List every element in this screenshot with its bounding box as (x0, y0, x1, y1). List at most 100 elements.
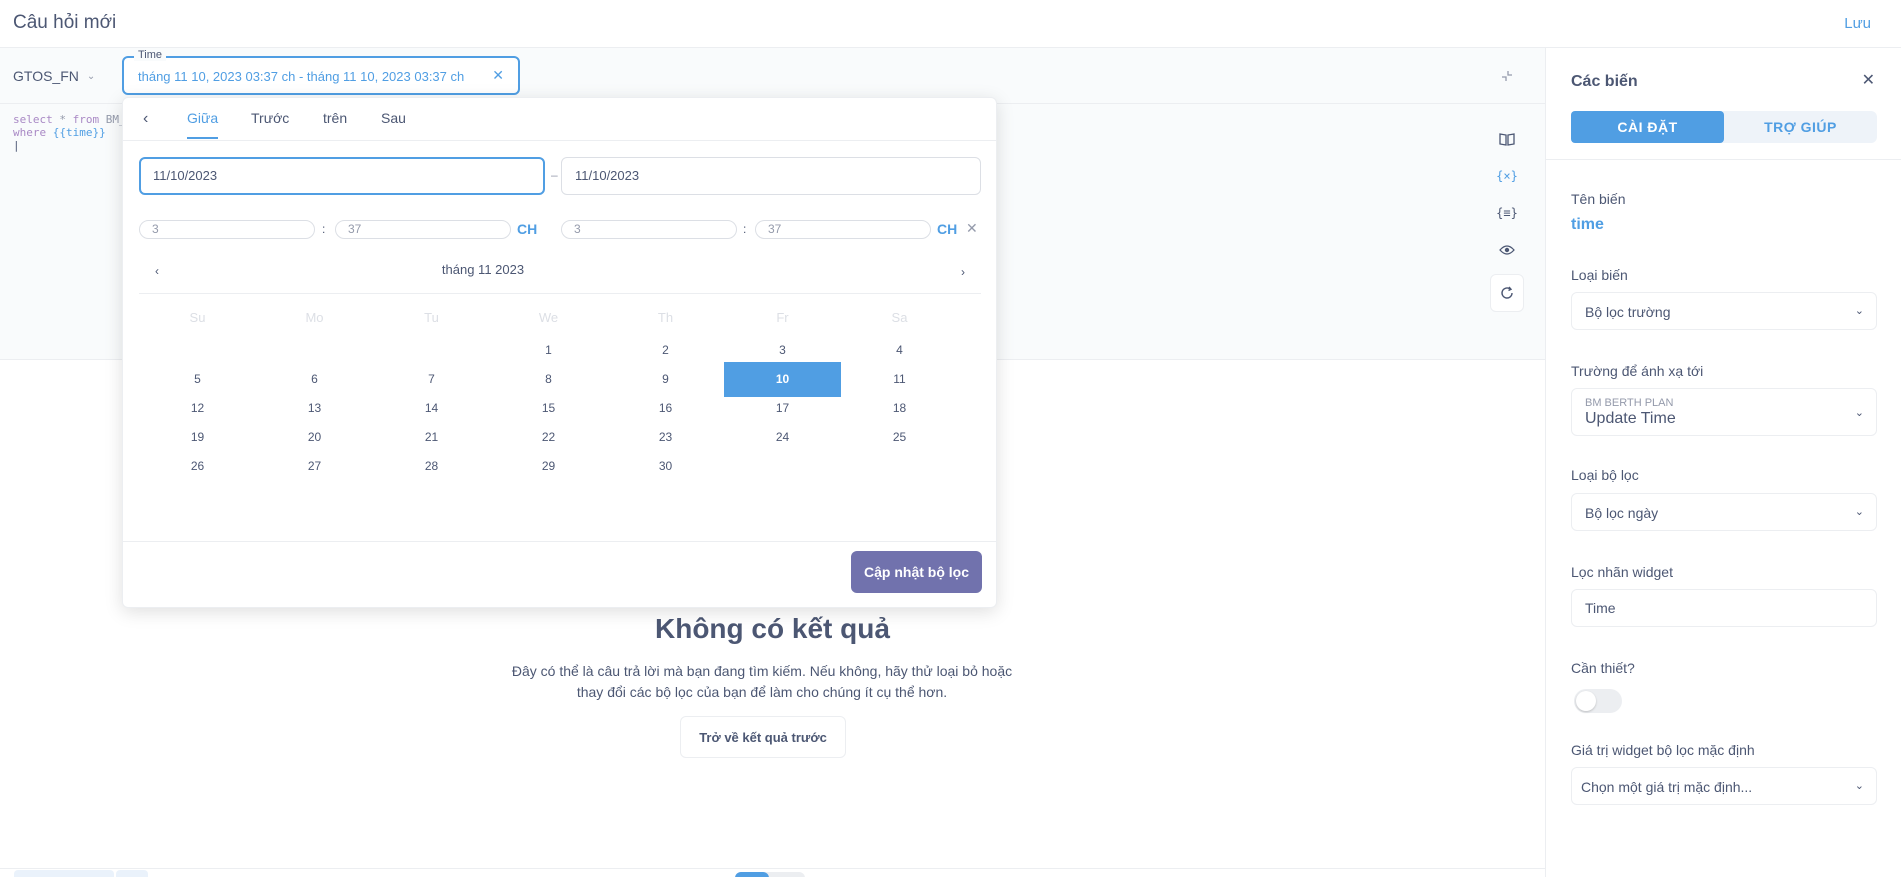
weekday-sa: Sa (891, 310, 908, 325)
weekday-we: We (538, 310, 559, 325)
start-minute-input[interactable]: 37 (335, 220, 511, 239)
empty-state-message: Đây có thể là câu trả lời mà bạn đang tì… (507, 661, 1017, 703)
variable-name: time (1571, 216, 1604, 233)
calendar-day[interactable]: 29 (490, 449, 607, 484)
sql-variable: {{time}} (52, 126, 106, 139)
default-value-placeholder: Chọn một giá trị mặc định... (1581, 779, 1753, 795)
mapped-field-name: Update Time (1585, 410, 1676, 427)
variable-type-label: Loại biến (1571, 267, 1628, 283)
save-button[interactable]: Lưu (1844, 15, 1871, 32)
chevron-down-icon: ⌄ (1854, 506, 1864, 518)
end-minute-input[interactable]: 37 (755, 220, 931, 239)
sql-editor[interactable]: select * from BM_ where {{time}} | (13, 113, 126, 152)
sql-keyword: from (72, 113, 100, 126)
tab-help[interactable]: TRỢ GIÚP (1724, 111, 1877, 143)
visualization-button[interactable] (14, 870, 114, 877)
variable-icon[interactable]: {×} (1490, 159, 1524, 193)
database-picker[interactable]: GTOS_FN ⌄ (13, 68, 95, 84)
sql-text: * (52, 113, 73, 126)
chevron-down-icon: ⌄ (1854, 305, 1864, 317)
calendar-day[interactable]: 30 (607, 449, 724, 484)
previous-month-icon[interactable]: ‹ (155, 264, 159, 278)
chevron-down-icon: ⌄ (1854, 780, 1864, 792)
time-separator: : (322, 222, 326, 236)
weekday-tu: Tu (424, 310, 439, 325)
filter-widget-label: Time (134, 49, 167, 61)
default-value-select[interactable]: Chọn một giá trị mặc định... ⌄ (1571, 767, 1877, 805)
variable-name-label: Tên biến (1571, 191, 1626, 207)
date-range-separator: – (551, 168, 558, 182)
mapped-field-table: BM BERTH PLAN (1585, 397, 1674, 409)
default-value-label: Giá trị widget bộ lọc mặc định (1571, 742, 1755, 758)
back-arrow-icon[interactable]: ‹ (143, 110, 148, 128)
tab-after[interactable]: Sau (381, 110, 406, 137)
clear-filter-icon[interactable]: ✕ (492, 67, 504, 84)
calendar-divider (139, 293, 981, 294)
weekday-mo: Mo (305, 310, 324, 325)
database-name: GTOS_FN (13, 68, 79, 84)
tab-on[interactable]: trên (323, 110, 347, 137)
empty-state-line: Đây có thể là câu trả lời mà bạn đang tì… (511, 663, 1013, 679)
required-label: Cần thiết? (1571, 660, 1635, 676)
calendar-day[interactable]: 27 (256, 449, 373, 484)
date-operator-tabs: ‹ Giữa Trước trên Sau (123, 98, 996, 141)
filter-widget-value: tháng 11 10, 2023 03:37 ch - tháng 11 10… (138, 69, 465, 84)
filter-type-label: Loại bộ lọc (1571, 467, 1639, 483)
settings-button[interactable] (116, 870, 148, 877)
mapped-field-select[interactable]: BM BERTH PLAN Update Time ⌄ (1571, 388, 1877, 436)
sql-keyword: where (13, 126, 47, 139)
end-ampm-toggle[interactable]: CH (937, 221, 957, 237)
book-icon[interactable] (1490, 122, 1524, 156)
back-to-previous-results-button[interactable]: Trở về kết quả trước (680, 716, 846, 758)
time-filter-widget[interactable]: Time tháng 11 10, 2023 03:37 ch - tháng … (122, 49, 520, 95)
variables-sidebar: Các biến ✕ CÀI ĐẶT TRỢ GIÚP Tên biến tim… (1545, 48, 1901, 877)
tab-between[interactable]: Giữa (187, 110, 219, 139)
calendar-day[interactable]: 24 (724, 420, 841, 455)
remove-time-icon[interactable]: ✕ (966, 220, 978, 237)
bottom-bar (0, 868, 1545, 877)
empty-state-title: Không có kết quả (655, 613, 890, 644)
variable-type-select[interactable]: Bộ lọc trường ⌄ (1571, 292, 1877, 330)
snippet-icon[interactable]: {≡} (1490, 196, 1524, 230)
close-icon[interactable]: ✕ (1862, 70, 1875, 90)
view-toggle[interactable] (735, 872, 805, 877)
required-toggle[interactable] (1574, 689, 1622, 713)
tab-settings[interactable]: CÀI ĐẶT (1571, 111, 1724, 143)
sidebar-tabs: CÀI ĐẶT TRỢ GIÚP (1571, 111, 1877, 143)
page-title: Câu hỏi mới (13, 12, 117, 33)
weekday-su: Su (189, 310, 206, 325)
top-bar: Câu hỏi mới Lưu (0, 0, 1901, 48)
weekday-th: Th (657, 310, 674, 325)
next-month-icon[interactable]: › (961, 265, 965, 279)
chevron-down-icon: ⌄ (86, 70, 96, 82)
calendar-day[interactable]: 26 (139, 449, 256, 484)
start-date-input[interactable]: 11/10/2023 (139, 157, 545, 195)
sql-keyword: select (13, 113, 53, 126)
update-filter-button[interactable]: Cập nhật bộ lọc (851, 551, 982, 593)
sidebar-title: Các biến (1571, 73, 1638, 90)
preview-icon[interactable] (1490, 233, 1524, 267)
end-hour-input[interactable]: 3 (561, 220, 737, 239)
calendar-day[interactable]: 28 (373, 449, 490, 484)
chevron-down-icon: ⌄ (1854, 407, 1864, 419)
parameters-bar: GTOS_FN ⌄ Time tháng 11 10, 2023 03:37 c… (0, 48, 1545, 104)
time-separator: : (743, 222, 747, 236)
calendar-day[interactable]: 25 (841, 420, 958, 455)
collapse-editor-icon[interactable] (1499, 68, 1515, 84)
tab-before[interactable]: Trước (251, 110, 289, 137)
start-hour-input[interactable]: 3 (139, 220, 315, 239)
widget-label-label: Lọc nhãn widget (1571, 564, 1673, 580)
variable-type-value: Bộ lọc trường (1585, 304, 1671, 320)
end-date-input[interactable]: 11/10/2023 (561, 157, 981, 195)
filter-type-select[interactable]: Bộ lọc ngày ⌄ (1571, 493, 1877, 531)
sidebar-divider (1546, 159, 1901, 160)
start-ampm-toggle[interactable]: CH (517, 221, 537, 237)
weekday-fr: Fr (776, 310, 789, 325)
widget-label-input[interactable]: Time (1571, 589, 1877, 627)
mapped-field-label: Trường để ánh xạ tới (1571, 363, 1704, 379)
refresh-icon[interactable] (1490, 274, 1524, 312)
calendar-month-label: tháng 11 2023 (441, 262, 525, 277)
empty-state-line: thay đổi các bộ lọc của bạn để làm cho c… (576, 684, 948, 700)
popover-footer: Cập nhật bộ lọc (123, 541, 996, 608)
date-filter-popover: ‹ Giữa Trước trên Sau 11/10/2023 – 11/10… (122, 97, 997, 608)
